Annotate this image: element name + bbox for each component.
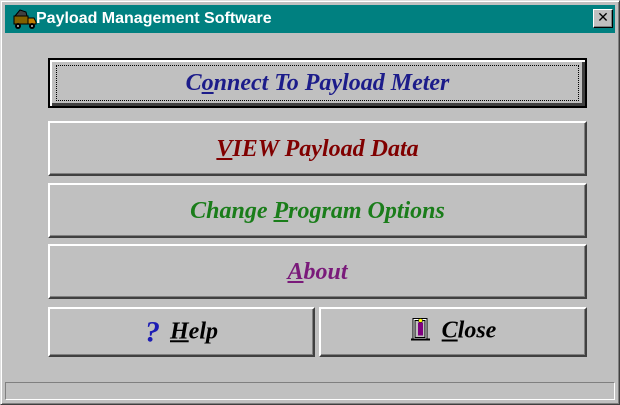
- options-button-label: Change Program Options: [190, 197, 445, 224]
- truck-app-icon: [12, 7, 38, 31]
- exit-door-icon: [410, 316, 432, 349]
- connect-to-payload-meter-button[interactable]: Connect To Payload Meter: [48, 58, 587, 108]
- connect-button-label: Connect To Payload Meter: [185, 70, 450, 96]
- about-button-label: About: [287, 258, 348, 285]
- title-close-button[interactable]: ✕: [593, 9, 613, 28]
- main-window: Payload Management Software ✕ Connect To…: [0, 0, 620, 405]
- close-icon: ✕: [597, 10, 609, 26]
- close-button[interactable]: Close: [319, 307, 587, 357]
- change-program-options-button[interactable]: Change Program Options: [48, 183, 587, 238]
- close-button-content: Close: [321, 316, 585, 349]
- status-bar: [5, 382, 615, 400]
- close-button-label: Close: [441, 317, 497, 344]
- question-mark-icon: ?: [145, 315, 160, 349]
- title-bar[interactable]: Payload Management Software ✕: [5, 5, 615, 33]
- view-button-label: VIEW Payload Data: [216, 135, 419, 162]
- help-button-label: Help: [170, 318, 218, 345]
- window-title: Payload Management Software: [36, 10, 272, 27]
- view-payload-data-button[interactable]: VIEW Payload Data: [48, 121, 587, 176]
- help-button[interactable]: ? Help: [48, 307, 315, 357]
- about-button[interactable]: About: [48, 244, 587, 299]
- help-button-content: ? Help: [50, 315, 313, 349]
